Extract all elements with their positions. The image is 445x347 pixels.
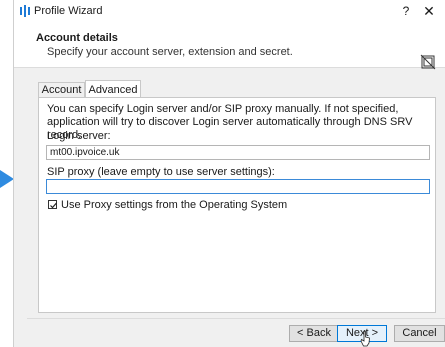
back-button[interactable]: < Back [289,325,339,342]
login-server-input[interactable] [46,145,430,160]
cancel-button[interactable]: Cancel [394,325,445,342]
page-title: Account details [36,32,118,44]
tab-account[interactable]: Account [38,82,85,98]
pointer-arrow-icon [0,170,14,188]
wizard-header: Account details Specify your account ser… [14,22,445,70]
title-bar: Profile Wizard ? ✕ [14,0,445,22]
login-server-label: Login server: [47,130,111,142]
page-subtitle: Specify your account server, extension a… [47,46,293,58]
mouse-cursor-icon [360,331,370,347]
app-icon [20,5,30,17]
use-proxy-checkbox[interactable] [48,200,57,209]
advanced-panel: You can specify Login server and/or SIP … [38,97,436,313]
footer-divider [27,318,445,319]
checkmark-icon [50,202,57,209]
sip-proxy-label: SIP proxy (leave empty to use server set… [47,166,275,178]
profile-wizard-window: Profile Wizard ? ✕ Account details Speci… [13,0,445,347]
wizard-icon [420,54,436,70]
use-proxy-label[interactable]: Use Proxy settings from the Operating Sy… [61,199,287,211]
sip-proxy-input[interactable] [46,179,430,194]
help-button[interactable]: ? [398,3,414,19]
window-title: Profile Wizard [34,5,103,17]
close-button[interactable]: ✕ [421,3,437,19]
